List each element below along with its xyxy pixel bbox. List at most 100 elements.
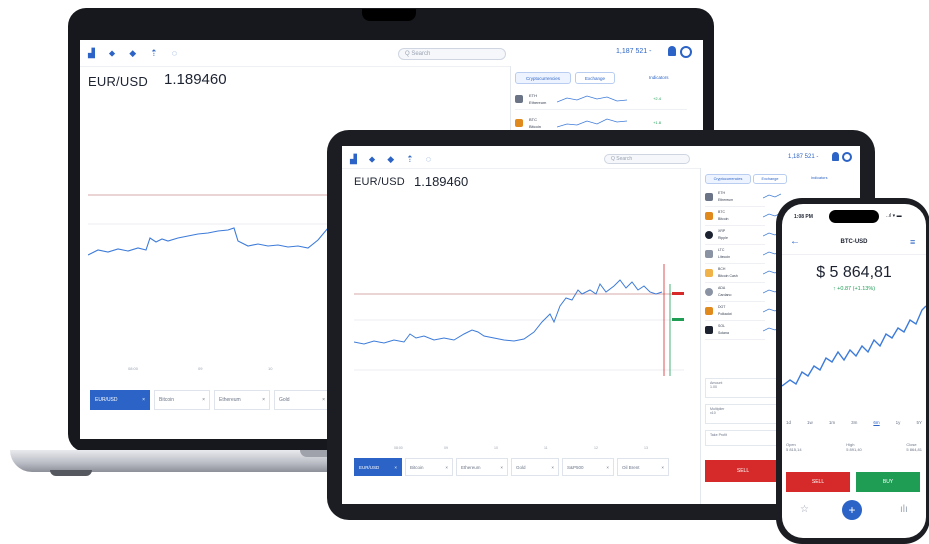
tablet-asset-name: XRP Ripple (718, 229, 728, 240)
laptop-asset-sparkline (557, 95, 627, 102)
phone-timeframe-tab[interactable]: 3m (851, 420, 857, 425)
laptop-panel-tab[interactable]: Cryptocurrencies (515, 72, 571, 84)
tablet-asset-row[interactable]: DOT Polkadot (705, 302, 765, 321)
phone-timeframe-tab[interactable]: 5Y (916, 420, 922, 425)
litecoin-icon (705, 250, 713, 258)
ethereum-icon (705, 193, 713, 201)
laptop-asset-row[interactable]: ETH Ethereum +2.4 (515, 88, 687, 110)
tablet-pair-label: EUR/USD (354, 176, 405, 188)
settings-icon[interactable] (680, 46, 692, 58)
laptop-panel-tab[interactable]: Exchange (575, 72, 615, 84)
ripple-icon (705, 231, 713, 239)
phone-timeframe-tab[interactable]: 1w (807, 420, 813, 425)
tablet-ticket-tab[interactable]: S&P500 × (562, 458, 614, 476)
tablet-asset-row[interactable]: BCH Bitcoin Cash (705, 264, 765, 283)
tablet-asset-list: ETH Ethereum BTC Bitcoin XRP Ripple LTC Lite… (705, 188, 765, 340)
phone-price-chart (782, 305, 926, 387)
phone-stat: Open 5 815,14 (786, 442, 802, 452)
phone-status-time: 1:08 PM (794, 214, 813, 220)
user-icon[interactable] (832, 152, 839, 161)
laptop-search-input[interactable]: Q Search (398, 48, 506, 60)
phone-screen: 1:08 PM ..ıl ▾ ▬ ← BTC-USD ≡ $ 5 864,81 … (782, 204, 926, 538)
solana-icon (705, 326, 713, 334)
tablet-toolbar: ▟ ⬥ ◆ ⇡ ◌ (350, 154, 431, 164)
tablet-panel-tab[interactable]: Cryptocurrencies (705, 174, 751, 184)
settings-icon[interactable] (842, 152, 852, 162)
tablet-x-tick: 13 (644, 446, 648, 450)
tablet-asset-row[interactable]: BTC Bitcoin (705, 207, 765, 226)
phone-timeframe-tabs: 1d 1w 1m 3m 6m 1y 5Y (786, 420, 922, 425)
tablet-ticket-tab[interactable]: Gold × (511, 458, 559, 476)
laptop-x-tick: 08:00 (128, 366, 139, 371)
tablet-asset-row[interactable]: LTC Litecoin (705, 245, 765, 264)
tablet-sell-price-tag (672, 292, 684, 295)
tablet-asset-name: SOL Solana (718, 324, 729, 335)
laptop-asset-name: BTC Bitcoin (529, 116, 542, 129)
phone-buy-button[interactable]: BUY (856, 472, 920, 492)
share-icon[interactable]: ⇡ (150, 48, 158, 58)
tablet-asset-row[interactable]: XRP Ripple (705, 226, 765, 245)
tablet-search-input[interactable]: Q Search (604, 154, 690, 164)
tablet-asset-name: ETH Ethereum (718, 191, 734, 202)
tablet-asset-name: BTC Bitcoin (718, 210, 729, 221)
add-trade-button[interactable]: + (842, 500, 862, 520)
laptop-price: 1.189460 (164, 71, 227, 88)
chart-icon[interactable]: ▟ (88, 48, 95, 58)
tablet-asset-name: LTC Litecoin (718, 248, 731, 259)
laptop-ticket-tab[interactable]: Gold × (274, 390, 330, 410)
phone-timeframe-tab-active[interactable]: 6m (873, 420, 879, 425)
tablet-amount-field[interactable]: Amount 1.00 (705, 378, 781, 398)
laptop-price-line (88, 219, 339, 256)
layers-icon[interactable]: ◆ (387, 154, 394, 164)
bitcoin-icon (515, 118, 523, 127)
laptop-ticket-tab[interactable]: EUR/USD × (90, 390, 150, 410)
phone-pair-title: BTC-USD (840, 239, 868, 245)
stats-icon[interactable]: ılı (900, 504, 908, 515)
tablet-ticket-tab[interactable]: Ethereum × (456, 458, 508, 476)
tablet-ticket-tab[interactable]: Bitcoin × (405, 458, 453, 476)
share-icon[interactable]: ⇡ (406, 154, 414, 164)
phone-sell-button[interactable]: SELL (786, 472, 850, 492)
phone-price: $ 5 864,81 (816, 264, 892, 281)
trade-icon[interactable]: ⬥ (109, 48, 115, 58)
chart-icon[interactable]: ▟ (350, 154, 357, 164)
phone-stat: High 5 891,40 (846, 442, 862, 452)
tablet-buy-price-tag (672, 318, 684, 321)
laptop-panel-tab[interactable]: Indicators (649, 72, 669, 83)
laptop-toolbar: ▟ ⬥ ◆ ⇡ ◌ (88, 48, 177, 58)
tablet-ticket-tab[interactable]: EUR/USD × (354, 458, 402, 476)
tablet-x-tick: 10 (494, 446, 498, 450)
phone-timeframe-tab[interactable]: 1y (896, 420, 901, 425)
tablet-multiplier-field[interactable]: Multiplier x10 (705, 404, 781, 424)
laptop-ticket-tab[interactable]: Bitcoin × (154, 390, 210, 410)
watchlist-icon[interactable]: ☆ (800, 504, 809, 515)
laptop-ticket-tab[interactable]: Ethereum × (214, 390, 270, 410)
info-icon[interactable]: ◌ (172, 48, 177, 58)
menu-icon[interactable]: ≡ (910, 237, 915, 247)
phone-price-line (782, 305, 926, 387)
phone-stat: Close 5 864,81 (906, 442, 922, 452)
tablet-price-line (354, 279, 663, 345)
tablet-x-tick: 11 (544, 446, 548, 450)
tablet-x-tick: 09 (444, 446, 448, 450)
tablet-price-chart: 08:00 09 10 11 12 13 (354, 264, 684, 450)
phone-price-change: ↑ +0.87 (+1.13%) (832, 286, 876, 292)
trade-icon[interactable]: ⬥ (369, 154, 375, 164)
tablet-panel-tab[interactable]: Exchange (753, 174, 787, 184)
layers-icon[interactable]: ◆ (129, 48, 136, 58)
tablet-asset-row[interactable]: ETH Ethereum (705, 188, 765, 207)
tablet-asset-row[interactable]: SOL Solana (705, 321, 765, 340)
tablet-take-profit-field[interactable]: Take Profit (705, 430, 781, 446)
tablet-ticket-tab[interactable]: Oil Brent × (617, 458, 669, 476)
info-icon[interactable]: ◌ (426, 154, 431, 164)
tablet-sell-button[interactable]: SELL (705, 460, 781, 482)
tablet-panel-tab[interactable]: Indicators (811, 174, 827, 183)
user-icon[interactable] (668, 46, 676, 56)
tablet-x-axis: 08:00 09 10 11 12 13 (394, 446, 648, 450)
phone-dynamic-island (829, 210, 879, 223)
laptop-asset-change: +1.8 (653, 120, 661, 125)
phone-timeframe-tab[interactable]: 1d (786, 420, 791, 425)
tablet-asset-row[interactable]: ADA Cardano (705, 283, 765, 302)
laptop-balance: 1,187 521 - (616, 48, 652, 55)
phone-timeframe-tab[interactable]: 1m (829, 420, 835, 425)
